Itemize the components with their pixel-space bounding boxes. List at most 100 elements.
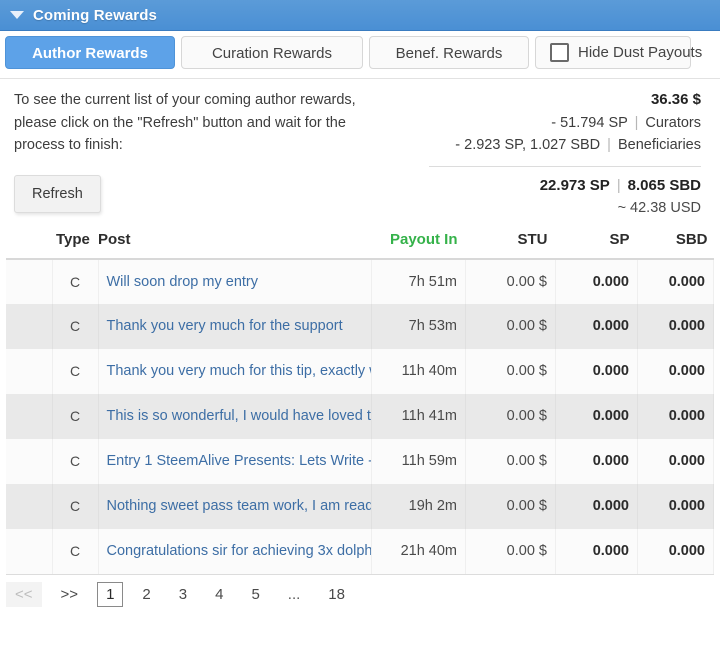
refresh-button[interactable]: Refresh: [14, 174, 101, 213]
tab-curation-rewards[interactable]: Curation Rewards: [181, 36, 363, 69]
table-row[interactable]: C Nothing sweet pass team work, I am read…: [6, 483, 714, 529]
row-stu: 0.00 $: [465, 393, 556, 439]
row-stu: 0.00 $: [465, 483, 556, 529]
table-row[interactable]: C Congratulations sir for achieving 3x do…: [6, 528, 714, 574]
row-sbd: 0.000: [637, 348, 714, 394]
row-stu: 0.00 $: [465, 528, 556, 574]
row-select-cell: [6, 438, 53, 484]
row-payout-in: 11h 41m: [371, 393, 466, 439]
table-row[interactable]: C Entry 1 SteemAlive Presents: Lets Write…: [6, 438, 714, 484]
post-link[interactable]: Nothing sweet pass team work, I am ready: [107, 498, 371, 514]
row-type: C: [52, 348, 99, 394]
info-section: To see the current list of your coming a…: [0, 79, 720, 224]
row-sp: 0.000: [555, 393, 638, 439]
table-row[interactable]: C Thank you very much for this tip, exact…: [6, 348, 714, 394]
rewards-table-body: C Will soon drop my entry 7h 51m 0.00 $0.00…: [6, 258, 714, 574]
row-sp: 0.000: [555, 483, 638, 529]
post-link[interactable]: Thank you very much for this tip, exactl…: [107, 363, 371, 379]
post-link[interactable]: Will soon drop my entry: [107, 274, 259, 290]
row-post-title[interactable]: Will soon drop my entry: [98, 258, 372, 304]
table-header-row: Type Post Payout In STU SP SBD: [6, 223, 714, 260]
pagination: << >> 1 2 3 4 5... 18: [6, 573, 714, 607]
summary-beneficiaries-label: Beneficiaries: [617, 137, 701, 153]
table-row[interactable]: C This is so wonderful, I would have love…: [6, 393, 714, 439]
summary-divider: |: [634, 114, 639, 131]
post-link[interactable]: This is so wonderful, I would have loved…: [107, 408, 371, 424]
pagination-page-4[interactable]: 4: [206, 582, 232, 607]
row-type: C: [52, 393, 99, 439]
summary-usd: ~ 42.38 USD: [617, 200, 701, 216]
summary-divider-line: [429, 165, 701, 167]
summary-net-sp: 22.973 SP: [539, 176, 610, 194]
pagination-page-2[interactable]: 2: [133, 582, 159, 607]
row-sbd: 0.000: [637, 528, 714, 574]
row-payout-in: 11h 40m: [371, 348, 466, 394]
checkbox-icon[interactable]: [550, 43, 569, 62]
header-type[interactable]: Type: [52, 223, 98, 260]
tab-benef-rewards[interactable]: Benef. Rewards: [369, 36, 529, 69]
post-link[interactable]: Congratulations sir for achieving 3x dol…: [107, 543, 371, 559]
post-link[interactable]: Entry 1 SteemAlive Presents: Lets Write …: [107, 453, 371, 469]
row-stu: 0.00 $: [465, 258, 556, 304]
row-type: C: [52, 483, 99, 529]
row-type: C: [52, 258, 99, 304]
row-select-cell: [6, 303, 53, 349]
row-sbd: 0.000: [637, 438, 714, 484]
row-stu: 0.00 $: [465, 348, 556, 394]
tab-author-rewards[interactable]: Author Rewards: [5, 36, 175, 69]
summary-curators-row: - 51.794 SP | Curators: [429, 112, 701, 135]
row-type: C: [52, 303, 99, 349]
header-payout-in[interactable]: Payout In: [371, 223, 466, 260]
summary-divider: |: [616, 177, 621, 194]
row-select-cell: [6, 483, 53, 529]
post-link[interactable]: Thank you very much for the support: [107, 318, 343, 334]
row-sp: 0.000: [555, 348, 638, 394]
row-sbd: 0.000: [637, 303, 714, 349]
row-payout-in: 11h 59m: [371, 438, 466, 484]
hide-dust-payouts-toggle[interactable]: Hide Dust Payouts: [535, 36, 702, 69]
row-post-title[interactable]: Entry 1 SteemAlive Presents: Lets Write …: [98, 438, 372, 484]
row-select-cell: [6, 348, 53, 394]
instructions-line-3: process to finish:: [14, 137, 123, 153]
row-sp: 0.000: [555, 258, 638, 304]
row-stu: 0.00 $: [465, 303, 556, 349]
panel-titlebar[interactable]: Coming Rewards: [0, 0, 720, 31]
tab-bar: Author Rewards Curation Rewards Benef. R…: [0, 31, 720, 79]
table-row[interactable]: C Thank you very much for the support 7h 5…: [6, 303, 714, 349]
summary-curators-label: Curators: [645, 114, 701, 131]
pagination-page-18[interactable]: 18: [319, 582, 354, 607]
row-select-cell: [6, 258, 53, 304]
row-post-title[interactable]: This is so wonderful, I would have loved…: [98, 393, 372, 439]
summary-beneficiaries-row: - 2.923 SP, 1.027 SBD | Beneficiaries: [429, 134, 701, 157]
header-select[interactable]: [6, 223, 52, 260]
pagination-page-5[interactable]: 5: [242, 582, 268, 607]
row-sbd: 0.000: [637, 258, 714, 304]
pagination-page-1[interactable]: 1: [97, 581, 124, 607]
row-select-cell: [6, 393, 53, 439]
summary-total-row: 36.36 $: [429, 89, 701, 112]
row-sp: 0.000: [555, 528, 638, 574]
row-post-title[interactable]: Thank you very much for this tip, exactl…: [98, 348, 372, 394]
row-sbd: 0.000: [637, 483, 714, 529]
triangle-down-icon[interactable]: [10, 11, 24, 19]
row-payout-in: 21h 40m: [371, 528, 466, 574]
rewards-table: Type Post Payout In STU SP SBD C Will soo…: [6, 223, 714, 574]
instructions-block: To see the current list of your coming a…: [14, 89, 429, 220]
pagination-page-3[interactable]: 3: [170, 582, 196, 607]
header-stu[interactable]: STU: [465, 223, 556, 260]
instructions-line-2: please click on the "Refresh" button and…: [14, 114, 346, 131]
row-payout-in: 19h 2m: [371, 483, 466, 529]
rewards-summary: 36.36 $ - 51.794 SP | Curators - 2.923 S…: [429, 89, 706, 220]
row-type: C: [52, 528, 99, 574]
table-row[interactable]: C Will soon drop my entry 7h 51m 0.00 $0.00…: [6, 258, 714, 304]
header-sbd[interactable]: SBD: [637, 223, 714, 260]
row-post-title[interactable]: Nothing sweet pass team work, I am ready: [98, 483, 372, 529]
header-sp[interactable]: SP: [555, 223, 638, 260]
header-post[interactable]: Post: [98, 223, 372, 260]
row-post-title[interactable]: Thank you very much for the support: [98, 303, 372, 349]
rewards-table-head: Type Post Payout In STU SP SBD: [6, 223, 714, 260]
row-select-cell: [6, 528, 53, 574]
pagination-next[interactable]: >>: [52, 582, 88, 607]
row-post-title[interactable]: Congratulations sir for achieving 3x dol…: [98, 528, 372, 574]
rewards-table-wrap: Type Post Payout In STU SP SBD C Will soo…: [0, 223, 720, 574]
